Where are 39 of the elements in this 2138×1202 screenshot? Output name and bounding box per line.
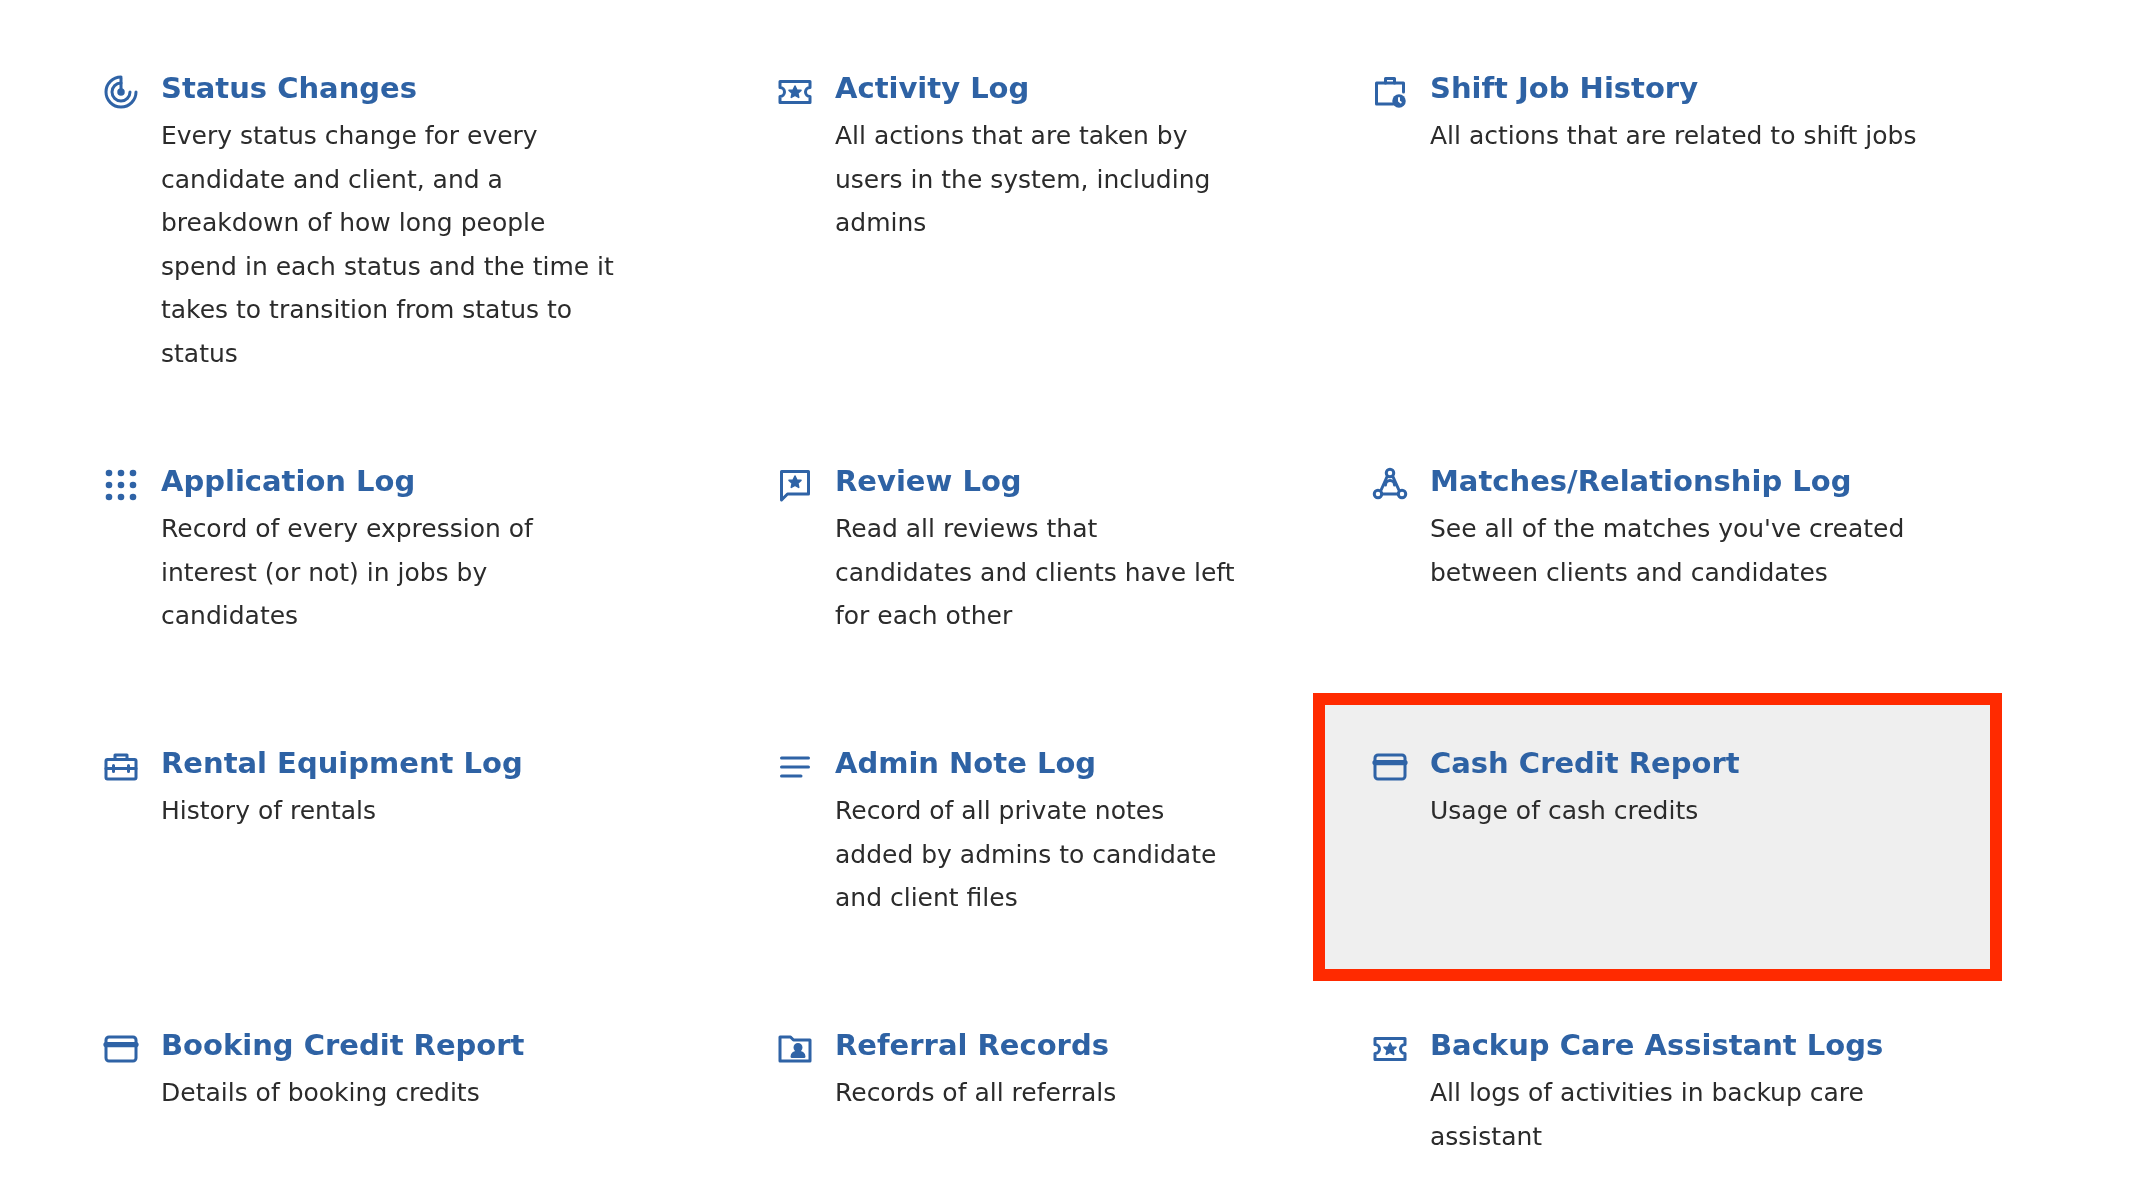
chat-star-icon (777, 467, 813, 503)
report-card[interactable]: Admin Note Log Record of all private notes added by admins to candidate and client files (730, 705, 1325, 969)
report-description: Record of all private notes added by admins to candidate and client files (835, 795, 1218, 914)
report-title[interactable]: Matches/Relationship Log (1430, 463, 1950, 499)
report-title[interactable]: Booking Credit Report (161, 1027, 621, 1063)
report-description: All actions that are taken by users in the system, including admins (835, 120, 1212, 239)
report-title[interactable]: Backup Care Assistant Logs (1430, 1027, 1950, 1063)
report-title[interactable]: Status Changes (161, 70, 621, 106)
report-card[interactable]: Activity Log All actions that are taken by users in the system, including admins (730, 30, 1325, 405)
report-description: History of rentals (161, 795, 377, 827)
report-description: Usage of cash credits (1430, 795, 1700, 827)
report-description: Records of all referrals (835, 1077, 1118, 1109)
report-description: Record of every expression of interest (or not) in jobs by candidates (161, 513, 535, 632)
report-description: Read all reviews that candidates and clients have left for each other (835, 513, 1235, 632)
report-title[interactable]: Activity Log (835, 70, 1235, 106)
report-card[interactable]: Status Changes Every status change for every candidate and client, and a breakdown of how long people spend in each status and the time it takes to transition from status to status (56, 30, 730, 405)
report-card[interactable]: Backup Care Assistant Logs All logs of activities in backup care assistant (1325, 987, 1990, 1202)
dot-grid-icon (103, 467, 139, 503)
report-description: See all of the matches you've created between clients and candidates (1430, 513, 1906, 589)
report-title[interactable]: Review Log (835, 463, 1235, 499)
report-title[interactable]: Admin Note Log (835, 745, 1235, 781)
briefcase-clock-icon (1372, 74, 1408, 110)
report-title[interactable]: Shift Job History (1430, 70, 1950, 106)
report-description: All actions that are related to shift jobs (1430, 120, 1918, 152)
report-description: Every status change for every candidate and client, and a breakdown of how long people spend in each status and the time it takes to transition from status to status (161, 120, 615, 370)
report-card[interactable]: Booking Credit Report Details of booking credits (56, 987, 730, 1202)
report-title[interactable]: Rental Equipment Log (161, 745, 621, 781)
report-title[interactable]: Referral Records (835, 1027, 1235, 1063)
report-title[interactable]: Cash Credit Report (1430, 745, 1950, 781)
report-description: All logs of activities in backup care assistant (1430, 1077, 1865, 1153)
report-card[interactable]: Application Log Record of every expression of interest (or not) in jobs by candidates (56, 423, 730, 687)
report-card[interactable]: Review Log Read all reviews that candidates and clients have left for each other (730, 423, 1325, 687)
report-card[interactable]: Referral Records Records of all referrals (730, 987, 1325, 1202)
report-card[interactable]: Shift Job History All actions that are related to shift jobs (1325, 30, 1990, 405)
report-card[interactable]: Matches/Relationship Log See all of the matches you've created between clients and candidates (1325, 423, 1990, 687)
report-card[interactable]: Rental Equipment Log History of rentals (56, 705, 730, 969)
target-icon (103, 74, 139, 110)
report-title[interactable]: Application Log (161, 463, 621, 499)
report-description: Details of booking credits (161, 1077, 481, 1109)
